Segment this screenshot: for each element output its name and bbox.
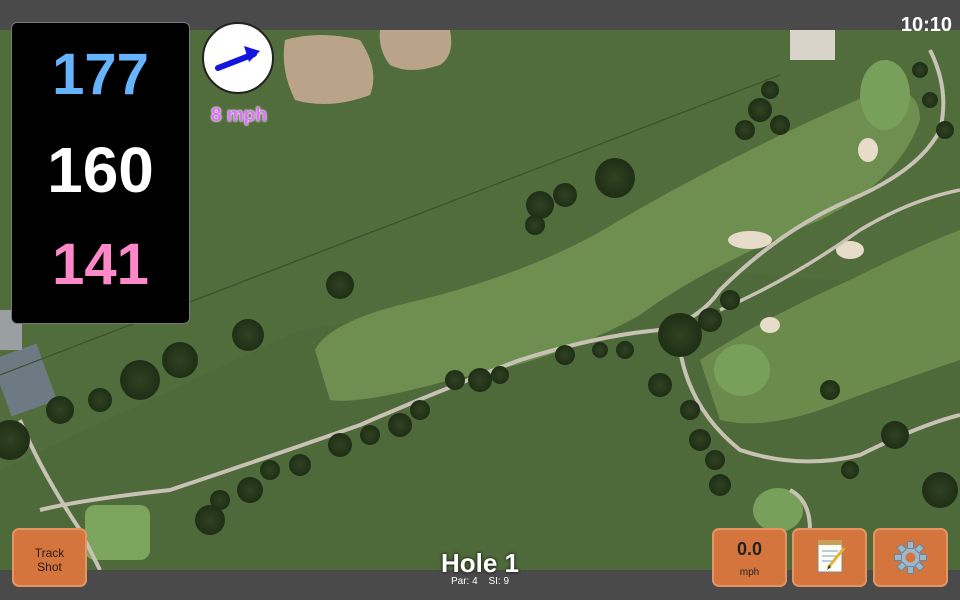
- par-label: Par: 4: [450, 576, 478, 587]
- gear-icon: [894, 541, 927, 574]
- back-of-green-yardage: 177: [52, 42, 149, 107]
- track-shot-label-line1: Track: [34, 546, 65, 560]
- track-shot-button[interactable]: Track Shot: [12, 528, 87, 587]
- settings-button[interactable]: [873, 528, 948, 587]
- hole-title: Hole 1: [440, 548, 520, 578]
- track-shot-label-line2: Shot: [37, 560, 62, 574]
- clock-time: 10:10: [900, 14, 952, 36]
- middle-of-green-yardage: 160: [47, 134, 154, 206]
- front-of-green-yardage: 141: [52, 232, 149, 297]
- speed-unit: mph: [739, 567, 760, 578]
- wind-speed-label: 8 mph: [211, 105, 267, 126]
- stroke-index-label: SI: 9: [488, 576, 510, 587]
- speed-button[interactable]: 0.0 mph: [712, 528, 787, 587]
- wind-direction-indicator: [202, 22, 274, 94]
- notes-button[interactable]: [792, 528, 867, 587]
- notepad-icon: [817, 540, 846, 573]
- hole-info: Par: 4 SI: 9: [400, 576, 560, 587]
- yardage-panel: 177 160 141: [11, 22, 190, 324]
- speed-value: 0.0: [736, 539, 763, 559]
- wind-arrow-icon: [215, 46, 260, 71]
